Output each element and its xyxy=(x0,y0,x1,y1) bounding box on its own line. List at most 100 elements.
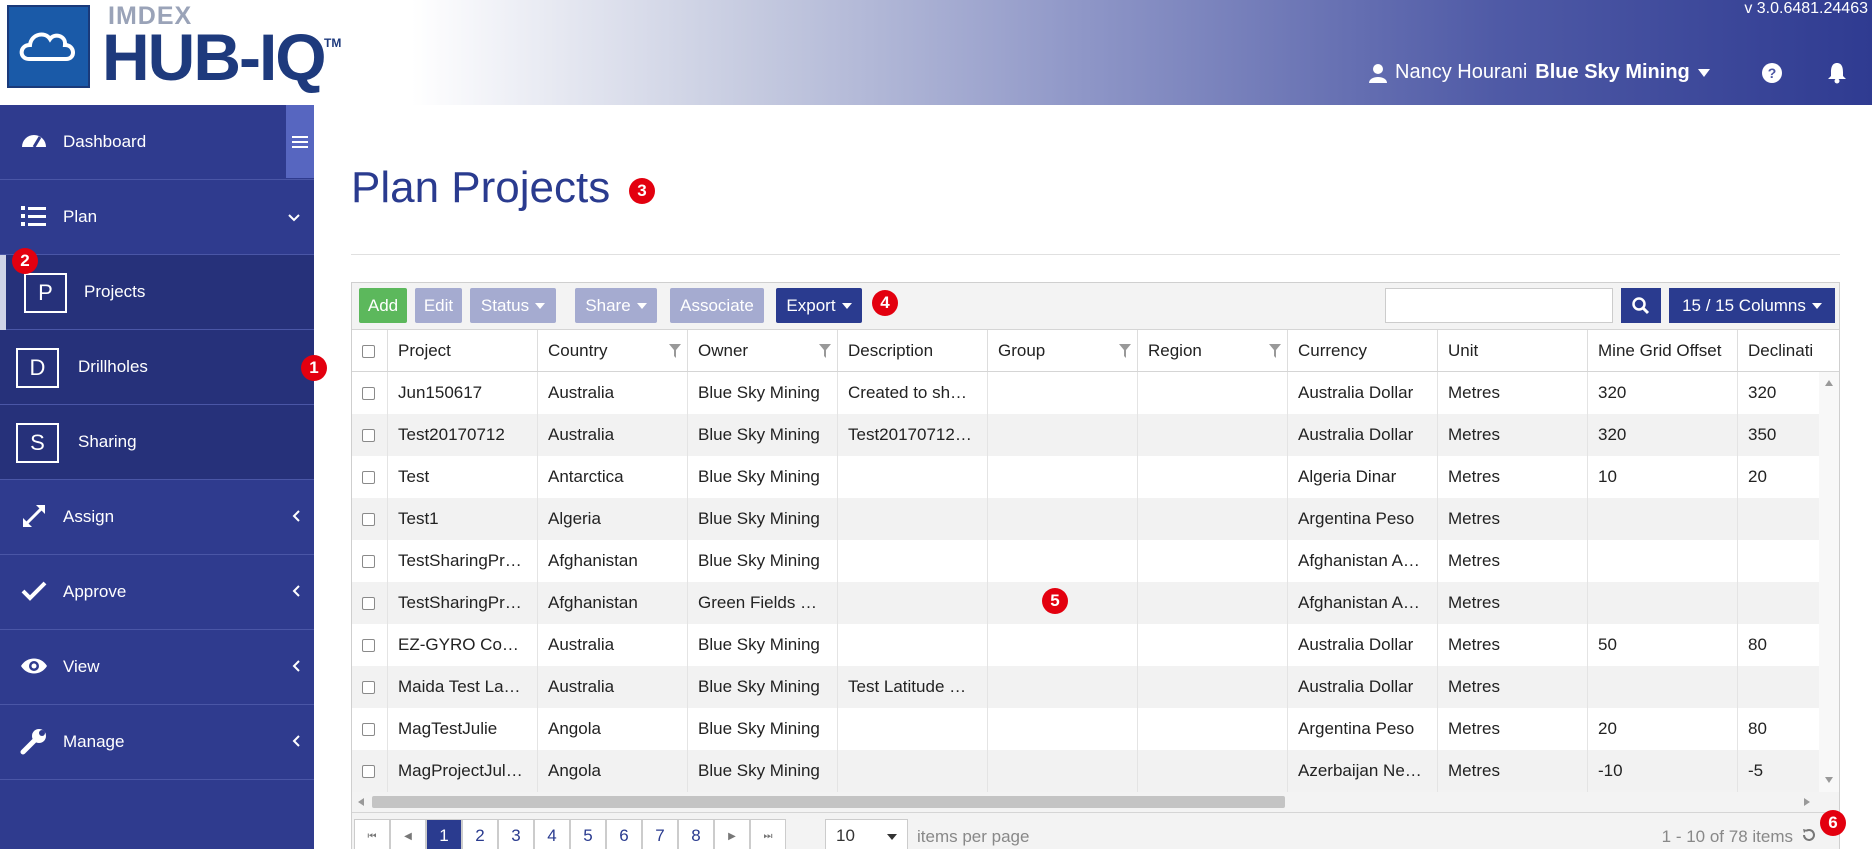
horizontal-scrollbar[interactable] xyxy=(352,792,1839,812)
row-checkbox[interactable] xyxy=(352,666,388,708)
column-header-group[interactable]: Group xyxy=(988,330,1138,371)
edit-button[interactable]: Edit xyxy=(415,288,462,323)
filter-icon[interactable] xyxy=(819,343,831,363)
row-checkbox[interactable] xyxy=(352,456,388,498)
page-button-8[interactable]: 8 xyxy=(678,819,714,849)
cell-mine-grid-offset: 320 xyxy=(1588,372,1738,414)
version-label: v 3.0.6481.24463 xyxy=(1744,0,1868,17)
export-button[interactable]: Export xyxy=(776,288,862,323)
row-checkbox[interactable] xyxy=(352,582,388,624)
sidebar-item-assign[interactable]: Assign xyxy=(0,480,314,555)
page-button-2[interactable]: 2 xyxy=(462,819,498,849)
next-page-button[interactable]: ▶ xyxy=(714,819,750,849)
scroll-right-icon[interactable] xyxy=(1804,798,1810,806)
column-header-unit[interactable]: Unit xyxy=(1438,330,1588,371)
status-button[interactable]: Status xyxy=(470,288,556,323)
row-checkbox[interactable] xyxy=(352,414,388,456)
svg-text:?: ? xyxy=(1768,65,1777,81)
row-checkbox[interactable] xyxy=(352,708,388,750)
top-header: IMDEX HUB-IQ TM v 3.0.6481.24463 Nancy H… xyxy=(0,0,1872,105)
table-row[interactable]: TestSharingPr… Afghanistan Green Fields … A… xyxy=(352,582,1819,624)
bell-icon[interactable] xyxy=(1827,62,1847,89)
callout-badge-5: 5 xyxy=(1042,588,1068,614)
last-page-button[interactable]: ⏭ xyxy=(750,819,786,849)
row-checkbox[interactable] xyxy=(352,372,388,414)
table-row[interactable]: Test20170712 Australia Blue Sky Mining Test… xyxy=(352,414,1819,456)
associate-button[interactable]: Associate xyxy=(670,288,764,323)
page-button-4[interactable]: 4 xyxy=(534,819,570,849)
column-header-region[interactable]: Region xyxy=(1138,330,1288,371)
filter-icon[interactable] xyxy=(1269,343,1281,363)
page-button-3[interactable]: 3 xyxy=(498,819,534,849)
table-row[interactable]: MagProjectJul… Angola Blue Sky Mining Azerb… xyxy=(352,750,1819,792)
sidebar-item-label: Sharing xyxy=(78,432,137,451)
column-header-country[interactable]: Country xyxy=(538,330,688,371)
help-icon[interactable]: ? xyxy=(1761,62,1783,89)
items-per-page-select[interactable]: 10 xyxy=(825,819,908,849)
column-header-declination[interactable]: Declinati xyxy=(1738,330,1839,371)
collapse-menu-icon[interactable] xyxy=(286,105,314,178)
table-row[interactable]: Test1 Algeria Blue Sky Mining Argentina Pes… xyxy=(352,498,1819,540)
refresh-icon[interactable] xyxy=(1801,827,1817,843)
sidebar-item-label: Projects xyxy=(84,282,146,301)
list-icon xyxy=(20,202,48,230)
sidebar-item-label: Plan xyxy=(63,207,98,226)
column-header-label: Mine Grid Offset xyxy=(1598,341,1722,360)
column-header-owner[interactable]: Owner xyxy=(688,330,838,371)
scroll-up-icon[interactable] xyxy=(1825,380,1833,386)
sidebar-item-plan[interactable]: Plan xyxy=(0,180,314,255)
dashboard-icon xyxy=(20,127,48,155)
cell-mine-grid-offset: 20 xyxy=(1588,708,1738,750)
row-checkbox[interactable] xyxy=(352,498,388,540)
select-all-checkbox[interactable] xyxy=(352,330,388,371)
column-header-project[interactable]: Project xyxy=(388,330,538,371)
row-checkbox[interactable] xyxy=(352,540,388,582)
column-header-currency[interactable]: Currency xyxy=(1288,330,1438,371)
table-row[interactable]: MagTestJulie Angola Blue Sky Mining Argenti… xyxy=(352,708,1819,750)
search-button[interactable] xyxy=(1621,288,1661,323)
sidebar-item-projects[interactable]: P Projects xyxy=(0,255,314,330)
scroll-down-icon[interactable] xyxy=(1825,777,1833,783)
brand-main: HUB-IQ xyxy=(102,20,327,94)
row-checkbox[interactable] xyxy=(352,750,388,792)
cell-currency: Azerbaijan Ne… xyxy=(1288,750,1438,792)
column-header-mine-grid-offset[interactable]: Mine Grid Offset xyxy=(1588,330,1738,371)
prev-page-button[interactable]: ◀ xyxy=(390,819,426,849)
cell-group xyxy=(988,498,1138,540)
add-button[interactable]: Add xyxy=(359,288,407,323)
cell-group xyxy=(988,666,1138,708)
sidebar-item-sharing[interactable]: S Sharing xyxy=(0,405,314,480)
cell-unit: Metres xyxy=(1438,456,1588,498)
page-button-6[interactable]: 6 xyxy=(606,819,642,849)
page-button-5[interactable]: 5 xyxy=(570,819,606,849)
page-button-1[interactable]: 1 xyxy=(426,819,462,849)
cell-owner: Blue Sky Mining xyxy=(688,540,838,582)
table-row[interactable]: EZ-GYRO Co… Australia Blue Sky Mining Austr… xyxy=(352,624,1819,666)
vertical-scrollbar[interactable] xyxy=(1819,372,1839,792)
callout-badge-3: 3 xyxy=(629,178,655,204)
cell-country: Australia xyxy=(538,666,688,708)
sidebar-item-approve[interactable]: Approve xyxy=(0,555,314,630)
table-row[interactable]: Test Antarctica Blue Sky Mining Algeria Din… xyxy=(352,456,1819,498)
cell-declination xyxy=(1738,582,1819,624)
sidebar-item-manage[interactable]: Manage xyxy=(0,705,314,780)
table-row[interactable]: TestSharingPr… Afghanistan Blue Sky Mining… xyxy=(352,540,1819,582)
row-checkbox[interactable] xyxy=(352,624,388,666)
table-row[interactable]: Jun150617 Australia Blue Sky Mining Created… xyxy=(352,372,1819,414)
columns-button[interactable]: 15 / 15 Columns xyxy=(1669,288,1835,323)
table-row[interactable]: Maida Test La… Australia Blue Sky Mining Te… xyxy=(352,666,1819,708)
caret-down-icon xyxy=(1697,68,1710,77)
column-header-description[interactable]: Description xyxy=(838,330,988,371)
search-input[interactable] xyxy=(1385,288,1613,323)
page-button-7[interactable]: 7 xyxy=(642,819,678,849)
sidebar-item-dashboard[interactable]: Dashboard xyxy=(0,105,314,180)
filter-icon[interactable] xyxy=(669,343,681,363)
filter-icon[interactable] xyxy=(1119,343,1131,363)
sidebar-item-view[interactable]: View xyxy=(0,630,314,705)
user-menu[interactable]: Nancy Hourani Blue Sky Mining xyxy=(1369,61,1710,84)
scroll-left-icon[interactable] xyxy=(358,798,364,806)
share-button[interactable]: Share xyxy=(575,288,657,323)
sidebar-item-drillholes[interactable]: D Drillholes xyxy=(0,330,314,405)
first-page-button[interactable]: ⏮ xyxy=(354,819,390,849)
horizontal-scroll-thumb[interactable] xyxy=(372,796,1285,808)
